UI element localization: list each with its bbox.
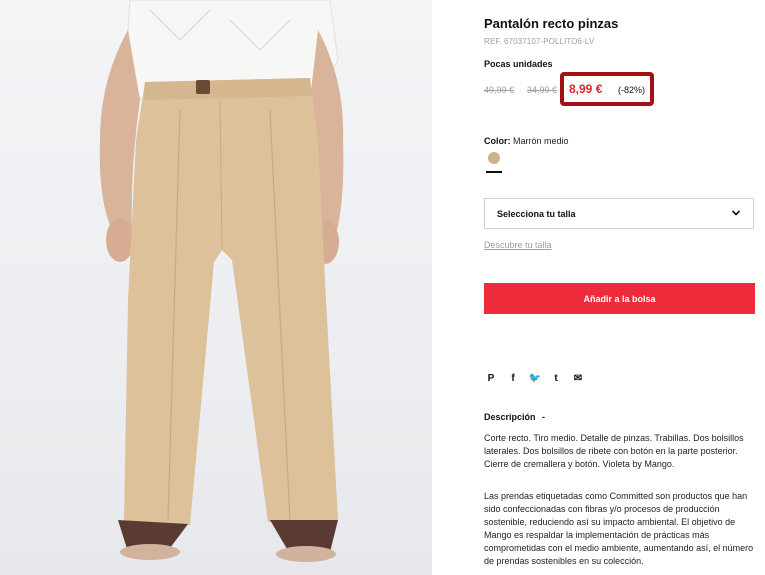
color-label-row: Color: Marrón medio [484,136,569,146]
product-image[interactable] [0,0,432,575]
add-to-bag-button[interactable]: Añadir a la bolsa [484,283,755,314]
description-paragraph-2: Las prendas etiquetadas como Committed s… [484,491,754,566]
current-price: 8,99 € [569,82,603,96]
size-select-label: Selecciona tu talla [497,209,576,219]
swatch-selected-indicator [486,171,502,173]
description-heading[interactable]: Descripción - [484,412,545,422]
facebook-icon[interactable]: f [506,371,520,387]
tumblr-icon[interactable]: t [549,371,563,387]
pinterest-icon[interactable]: P [484,371,498,387]
description-title: Descripción [484,412,536,422]
description-toggle[interactable]: - [542,412,545,422]
chevron-down-icon [731,210,741,216]
previous-price: 34,99 € [527,85,558,95]
product-illustration [99,0,344,562]
product-reference: REF. 67037107-POLLITO6-LV [484,37,595,46]
email-icon[interactable]: ✉ [571,371,585,387]
description-paragraph-1: Corte recto. Tiro medio. Detalle de pinz… [484,433,744,469]
stock-notice: Pocas unidades [484,59,553,69]
product-title: Pantalón recto pinzas [484,16,619,31]
color-label: Color: [484,136,511,146]
twitter-icon[interactable]: 🐦 [528,371,542,387]
discount-percentage: (-82%) [618,85,646,95]
color-swatch[interactable] [488,152,500,164]
color-value: Marrón medio [513,136,569,146]
size-guide-link[interactable]: Descubre tu talla [484,240,552,250]
size-select[interactable]: Selecciona tu talla [484,198,754,229]
original-price: 49,99 € [484,85,515,95]
